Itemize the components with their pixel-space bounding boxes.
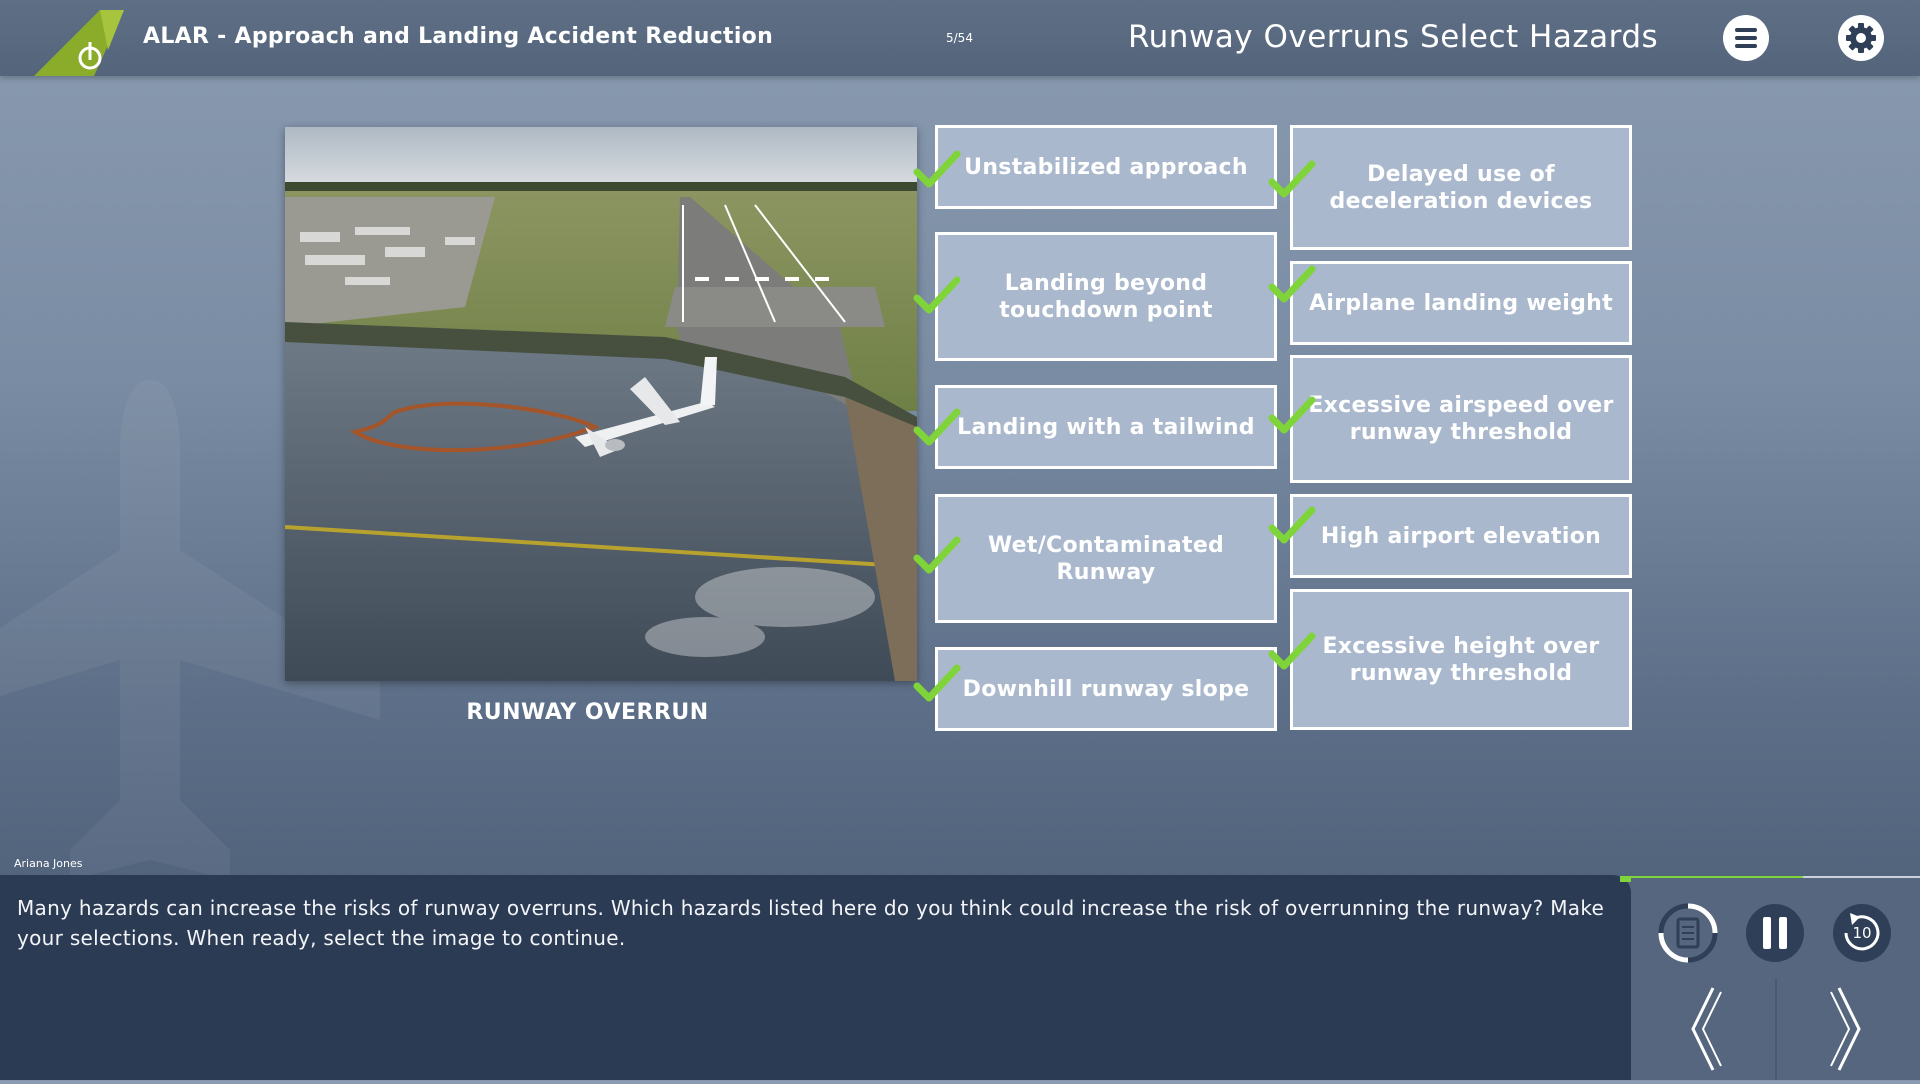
runway-overrun-image[interactable] [285,127,917,681]
hamburger-menu-icon [1735,28,1757,48]
checkmark-icon [1268,265,1316,303]
narrator-name: Ariana Jones [14,857,83,870]
hazard-landing-beyond-touchdown[interactable]: Landing beyond touchdown point [935,232,1277,361]
checkmark-icon [1268,396,1316,434]
previous-button[interactable] [1631,978,1777,1080]
checkmark-icon [1268,160,1316,198]
settings-button[interactable] [1838,15,1884,61]
replay-10-icon[interactable]: 10 [1830,901,1894,965]
page-counter: 5/54 [946,31,973,45]
gear-icon [1846,23,1876,53]
checkmark-icon [913,536,961,574]
checkmark-icon [913,150,961,188]
screen-title: Runway Overruns Select Hazards [1128,19,1659,55]
hazard-label: Airplane landing weight [1309,290,1613,316]
checkmark-icon [913,408,961,446]
airline-tail-logo-icon [34,10,124,76]
hazard-label: Landing with a tailwind [957,414,1255,440]
pause-icon[interactable] [1743,901,1807,965]
hazard-label: High airport elevation [1320,523,1602,549]
checkmark-icon [913,276,961,314]
hazard-downhill-runway-slope[interactable]: Downhill runway slope [935,647,1277,731]
hazard-label: Excessive airspeed over runway threshold [1308,393,1614,445]
hazard-airplane-landing-weight[interactable]: Airplane landing weight [1290,261,1632,345]
checkmark-icon [1268,632,1316,670]
checkmark-icon [1268,506,1316,544]
image-caption: RUNWAY OVERRUN [466,700,709,725]
narration-text: Many hazards can increase the risks of r… [17,896,1605,950]
hazard-label: Wet/Contaminated Runway [987,532,1225,585]
header-bar: ALAR - Approach and Landing Accident Red… [0,0,1920,76]
transcript-refresh-icon[interactable] [1656,901,1720,965]
hazard-label: Unstabilized approach [964,154,1248,180]
hazard-landing-tailwind[interactable]: Landing with a tailwind [935,385,1277,469]
hazard-label: Downhill runway slope [962,676,1250,702]
hazard-unstabilized-approach[interactable]: Unstabilized approach [935,125,1277,209]
hazard-label: Delayed use of deceleration devices [1329,161,1593,214]
hazard-delayed-deceleration-devices[interactable]: Delayed use of deceleration devices [1290,125,1632,250]
hazard-high-airport-elevation[interactable]: High airport elevation [1290,494,1632,578]
next-button[interactable] [1777,978,1920,1080]
narration-panel: Many hazards can increase the risks of r… [0,875,1631,1080]
replay-seconds-label: 10 [1852,924,1871,942]
chevron-right-icon [1830,987,1861,1071]
menu-button[interactable] [1723,15,1769,61]
app-title: ALAR - Approach and Landing Accident Red… [143,24,774,49]
hazard-excessive-height[interactable]: Excessive height over runway threshold [1290,589,1632,730]
hazard-label: Landing beyond touchdown point [999,270,1213,323]
checkmark-icon [913,664,961,702]
hazard-label: Excessive height over runway threshold [1322,633,1600,686]
media-controls: 10 [1631,878,1920,978]
hazard-wet-contaminated-runway[interactable]: Wet/Contaminated Runway [935,494,1277,623]
chevron-left-icon [1691,987,1722,1071]
hazard-excessive-airspeed[interactable]: Excessive airspeed over runway threshold [1290,355,1632,483]
